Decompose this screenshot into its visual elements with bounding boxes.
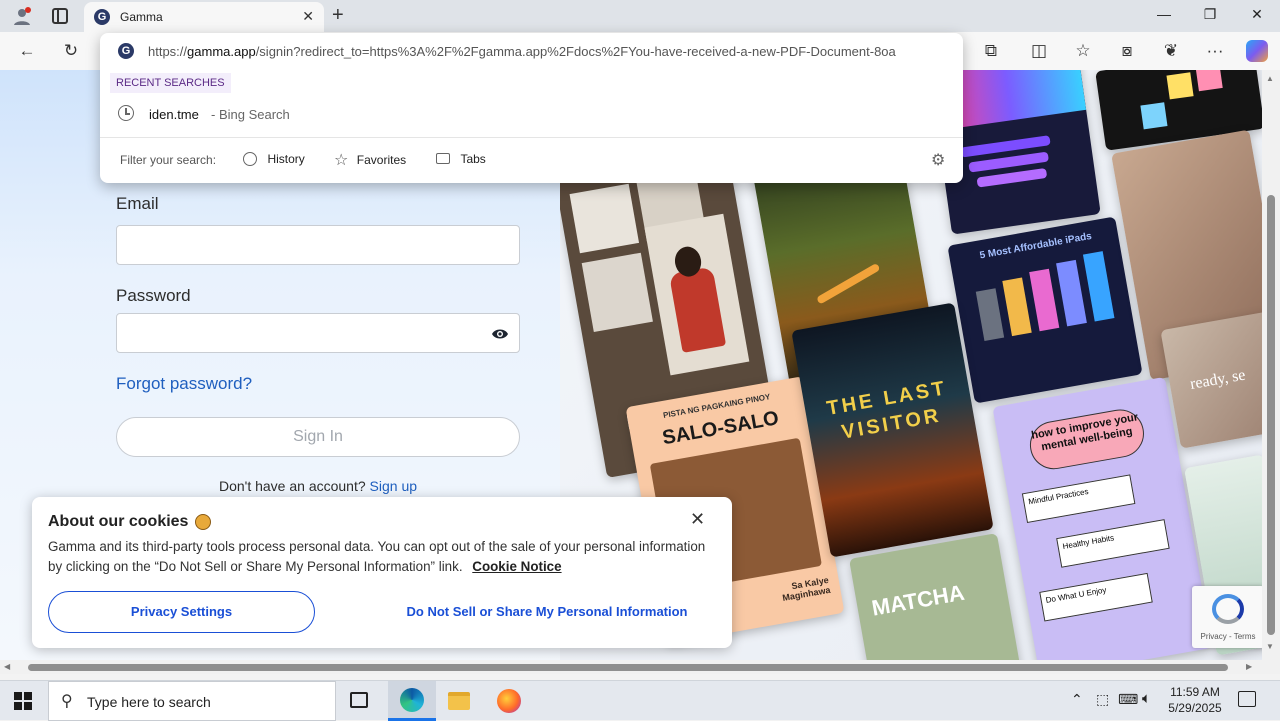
close-tab-icon[interactable]: ✕ <box>302 8 314 25</box>
cookie-banner: About our cookies ✕ Gamma and its third-… <box>32 497 732 648</box>
firefox-icon[interactable] <box>497 689 521 713</box>
mental-title: how to improve your mental well-being <box>1026 405 1148 473</box>
gallery-card-matcha: MATCHA <box>848 533 1022 660</box>
tab-actions-icon[interactable] <box>52 8 68 24</box>
url-text[interactable]: https://gamma.app/signin?redirect_to=htt… <box>148 44 943 59</box>
filter-tabs-button[interactable]: Tabs <box>436 150 486 170</box>
cookie-title-row: About our cookies <box>48 513 211 531</box>
address-bar-dropdown: G https://gamma.app/signin?redirect_to=h… <box>100 33 963 183</box>
recent-search-item[interactable]: iden.tme - Bing Search <box>100 103 963 127</box>
recent-search-query: iden.tme <box>149 107 199 122</box>
favorites-star-icon: ☆ <box>334 152 349 169</box>
cookie-title: About our cookies <box>48 513 189 530</box>
ready-text: ready, se <box>1188 366 1247 393</box>
vertical-scrollbar[interactable]: ▲ ▼ <box>1262 70 1280 660</box>
windows-start-icon[interactable] <box>14 692 32 710</box>
gamma-favicon-icon: G <box>94 9 110 25</box>
do-not-sell-button[interactable]: Do Not Sell or Share My Personal Informa… <box>362 591 732 633</box>
signup-row: Don't have an account? Sign up <box>116 478 520 494</box>
filter-history-label: History <box>267 151 305 166</box>
gallery-card-ipads: 5 Most Affordable iPads <box>947 216 1143 404</box>
gallery-card-ready: ready, se <box>1160 311 1262 449</box>
collections-icon[interactable]: ⧇ <box>1116 40 1138 62</box>
sign-in-button[interactable]: Sign In <box>116 417 520 457</box>
password-label: Password <box>116 286 191 305</box>
extensions-icon[interactable]: ⧉ <box>980 40 1002 62</box>
refresh-icon[interactable]: ↻ <box>60 40 82 62</box>
restore-icon[interactable]: ❐ <box>1200 6 1220 23</box>
recaptcha-links: Privacy - Terms <box>1200 632 1256 641</box>
network-icon[interactable]: ⌨ <box>1118 691 1138 708</box>
filter-tabs-label: Tabs <box>460 151 486 166</box>
clock[interactable]: 11:59 AM 5/29/2025 <box>1166 684 1224 716</box>
salo-salo-tagline: Sa Kalye Maginhawa <box>781 574 832 604</box>
url-path: /signin?redirect_to=https%3A%2F%2Fgamma.… <box>255 44 896 59</box>
performance-icon[interactable]: ❦ <box>1160 40 1182 62</box>
sign-up-link[interactable]: Sign up <box>370 478 417 494</box>
favorites-icon[interactable]: ☆ <box>1072 40 1094 62</box>
cookie-body: Gamma and its third-party tools process … <box>48 537 708 577</box>
cookie-close-icon[interactable]: ✕ <box>690 509 705 530</box>
cookie-notice-link[interactable]: Cookie Notice <box>472 559 561 574</box>
omnibox-divider <box>100 137 963 138</box>
clock-date: 5/29/2025 <box>1168 701 1222 715</box>
horizontal-scrollbar[interactable]: ◀ ▶ <box>0 660 1262 674</box>
edge-taskbar-icon[interactable] <box>388 681 436 721</box>
mental-item-1: Mindful Practices <box>1021 474 1136 524</box>
more-menu-icon[interactable]: ··· <box>1204 40 1226 62</box>
password-field[interactable] <box>116 313 520 353</box>
url-prefix: https:// <box>148 44 188 59</box>
forgot-password-link[interactable]: Forgot password? <box>116 374 252 394</box>
taskbar-search-box[interactable]: ⚲ Type here to search <box>48 681 336 721</box>
filter-label: Filter your search: <box>120 153 217 167</box>
copilot-icon[interactable] <box>1246 40 1268 62</box>
address-bar[interactable]: G https://gamma.app/signin?redirect_to=h… <box>100 33 963 69</box>
file-explorer-icon[interactable] <box>448 692 470 710</box>
tab-bar: G Gamma ✕ + — ❐ ✕ <box>0 0 1280 32</box>
split-screen-icon[interactable]: ◫ <box>1028 40 1050 62</box>
show-password-icon[interactable] <box>491 327 509 341</box>
cookie-emoji-icon <box>194 513 211 530</box>
email-field[interactable] <box>116 225 520 265</box>
history-clock-icon <box>118 105 134 121</box>
url-domain: gamma.app <box>187 44 256 59</box>
back-icon[interactable]: ← <box>16 40 38 62</box>
no-account-text: Don't have an account? <box>218 478 366 494</box>
mental-item-2: Healthy Habits <box>1056 519 1170 568</box>
privacy-settings-button[interactable]: Privacy Settings <box>48 591 315 633</box>
filter-history-button[interactable]: History <box>243 150 305 170</box>
volume-icon[interactable]: 🔈︎ <box>1142 690 1151 707</box>
mental-item-3: Do What U Enjoy <box>1039 572 1153 622</box>
clock-time: 11:59 AM <box>1170 685 1220 699</box>
task-view-icon[interactable] <box>350 692 368 708</box>
recaptcha-badge[interactable]: Privacy - Terms <box>1192 586 1262 648</box>
taskbar-search-placeholder: Type here to search <box>87 694 211 710</box>
recent-searches-label: RECENT SEARCHES <box>110 73 231 93</box>
new-tab-icon[interactable]: + <box>332 4 344 27</box>
email-label: Email <box>116 194 159 213</box>
tray-app-icon[interactable]: ⬚ <box>1096 691 1109 708</box>
filter-favorites-button[interactable]: ☆ Favorites <box>334 150 406 170</box>
tab-gamma[interactable]: G Gamma ✕ <box>84 2 324 32</box>
recent-search-source: - Bing Search <box>211 107 290 122</box>
filter-favorites-label: Favorites <box>356 153 407 167</box>
tray-chevron-icon[interactable]: ⌃ <box>1071 691 1083 708</box>
matcha-title: MATCHA <box>869 579 967 621</box>
site-favicon-icon: G <box>118 43 134 59</box>
windows-taskbar: ⚲ Type here to search ⌃ ⬚ ⌨ 🔈︎ 11:59 AM … <box>0 680 1280 721</box>
minimize-icon[interactable]: — <box>1154 6 1174 22</box>
profile-icon[interactable] <box>12 6 32 26</box>
tabs-icon <box>436 153 450 165</box>
tab-title: Gamma <box>120 10 163 24</box>
close-window-icon[interactable]: ✕ <box>1247 6 1267 23</box>
history-icon <box>243 151 257 166</box>
notifications-icon[interactable] <box>1238 691 1256 707</box>
search-settings-gear-icon[interactable]: ⚙ <box>931 150 945 170</box>
last-visitor-title: THE LAST VISITOR <box>825 377 949 444</box>
cookie-body-text: Gamma and its third-party tools process … <box>48 539 706 574</box>
search-icon: ⚲ <box>61 693 73 710</box>
